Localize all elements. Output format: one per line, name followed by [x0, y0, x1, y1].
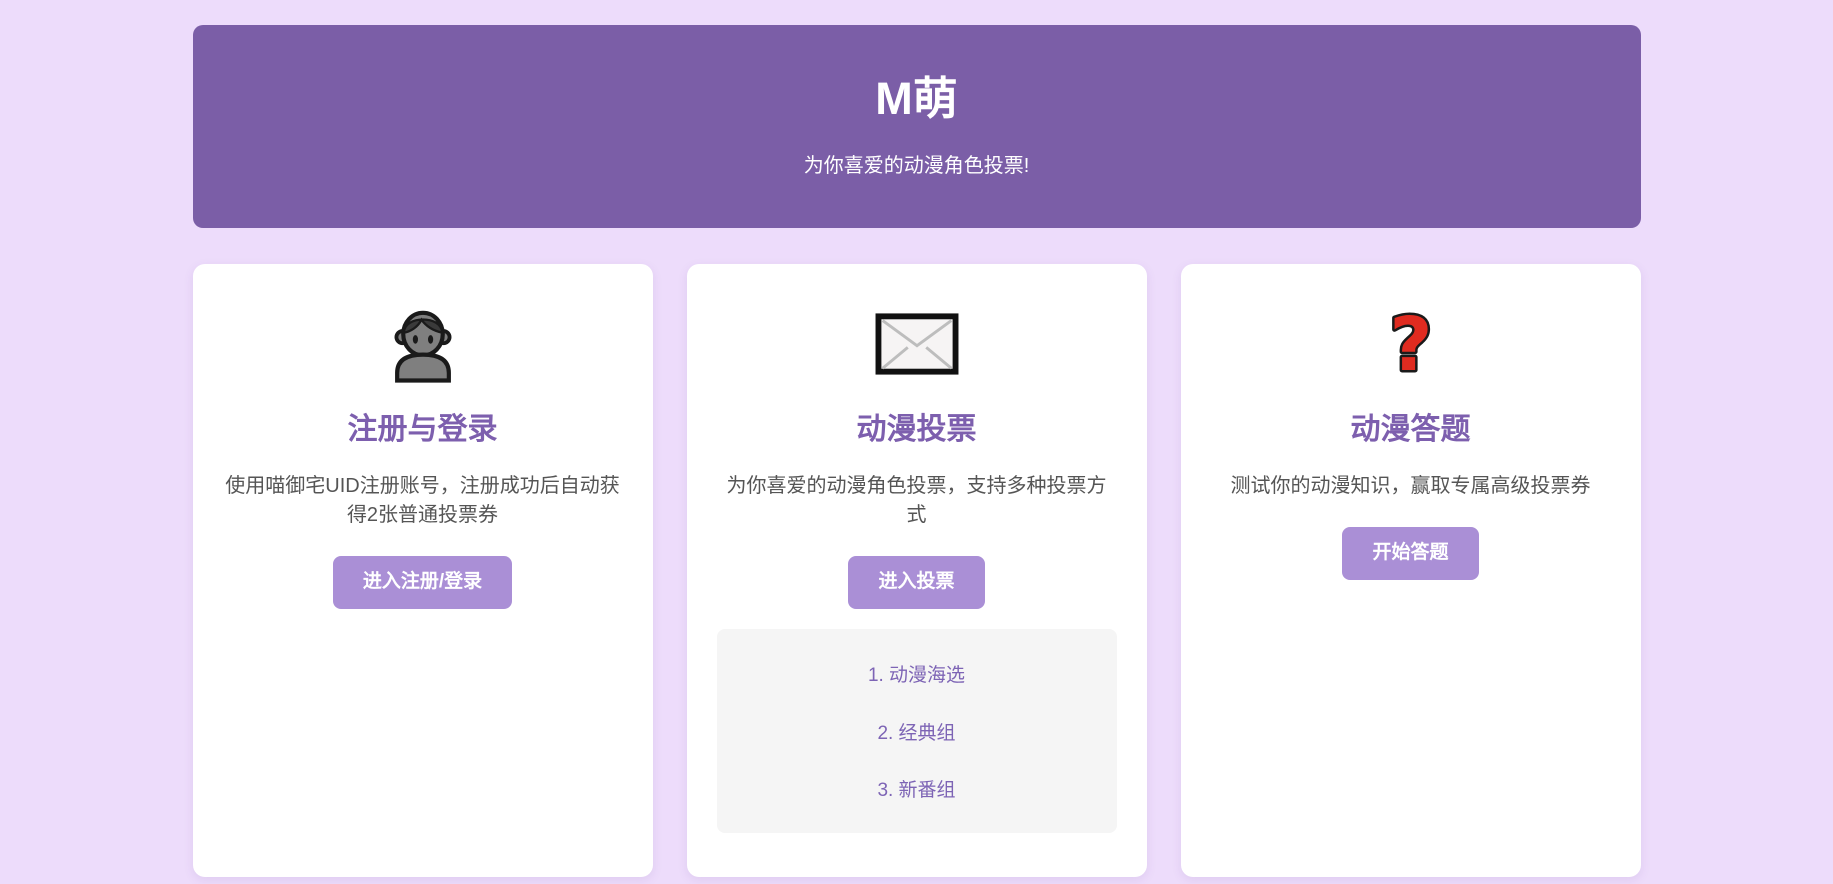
card-description: 测试你的动漫知识，赢取专属高级投票券	[1230, 475, 1591, 497]
envelope-icon	[875, 304, 959, 384]
site-title: M萌	[875, 72, 958, 124]
enter-voting-button[interactable]: 进入投票	[848, 556, 985, 609]
voting-group-link-new-season[interactable]: 3. 新番组	[717, 780, 1117, 803]
card-anime-quiz: ? 动漫答题 测试你的动漫知识，赢取专属高级投票券 开始答题	[1180, 264, 1641, 877]
enter-register-login-button[interactable]: 进入注册/登录	[332, 556, 513, 609]
card-anime-voting: 动漫投票 为你喜爱的动漫角色投票，支持多种投票方式 进入投票 1. 动漫海选 2…	[686, 264, 1147, 877]
feature-cards: 注册与登录 使用喵御宅UID注册账号，注册成功后自动获得2张普通投票券 进入注册…	[192, 264, 1641, 877]
voting-group-link-classic[interactable]: 2. 经典组	[717, 723, 1117, 746]
card-description: 使用喵御宅UID注册账号，注册成功后自动获得2张普通投票券	[225, 475, 620, 526]
voting-groups-box: 1. 动漫海选 2. 经典组 3. 新番组	[716, 628, 1117, 834]
card-register-login: 注册与登录 使用喵御宅UID注册账号，注册成功后自动获得2张普通投票券 进入注册…	[192, 264, 653, 877]
svg-text:?: ?	[1389, 304, 1432, 384]
card-title: 注册与登录	[347, 413, 498, 446]
start-quiz-button[interactable]: 开始答题	[1342, 527, 1479, 580]
page-container: M萌 为你喜爱的动漫角色投票! 注册与登录 使用喵御宅UID注册账号，注册成功后…	[192, 25, 1641, 877]
hero-banner: M萌 为你喜爱的动漫角色投票!	[192, 25, 1641, 228]
voting-group-link-auditions[interactable]: 1. 动漫海选	[717, 665, 1117, 688]
person-icon	[385, 304, 461, 384]
card-description: 为你喜爱的动漫角色投票，支持多种投票方式	[726, 475, 1107, 526]
site-subtitle: 为你喜爱的动漫角色投票!	[803, 155, 1030, 178]
card-title: 动漫答题	[1350, 413, 1471, 446]
card-title: 动漫投票	[856, 413, 977, 446]
question-mark-icon: ?	[1380, 300, 1442, 391]
